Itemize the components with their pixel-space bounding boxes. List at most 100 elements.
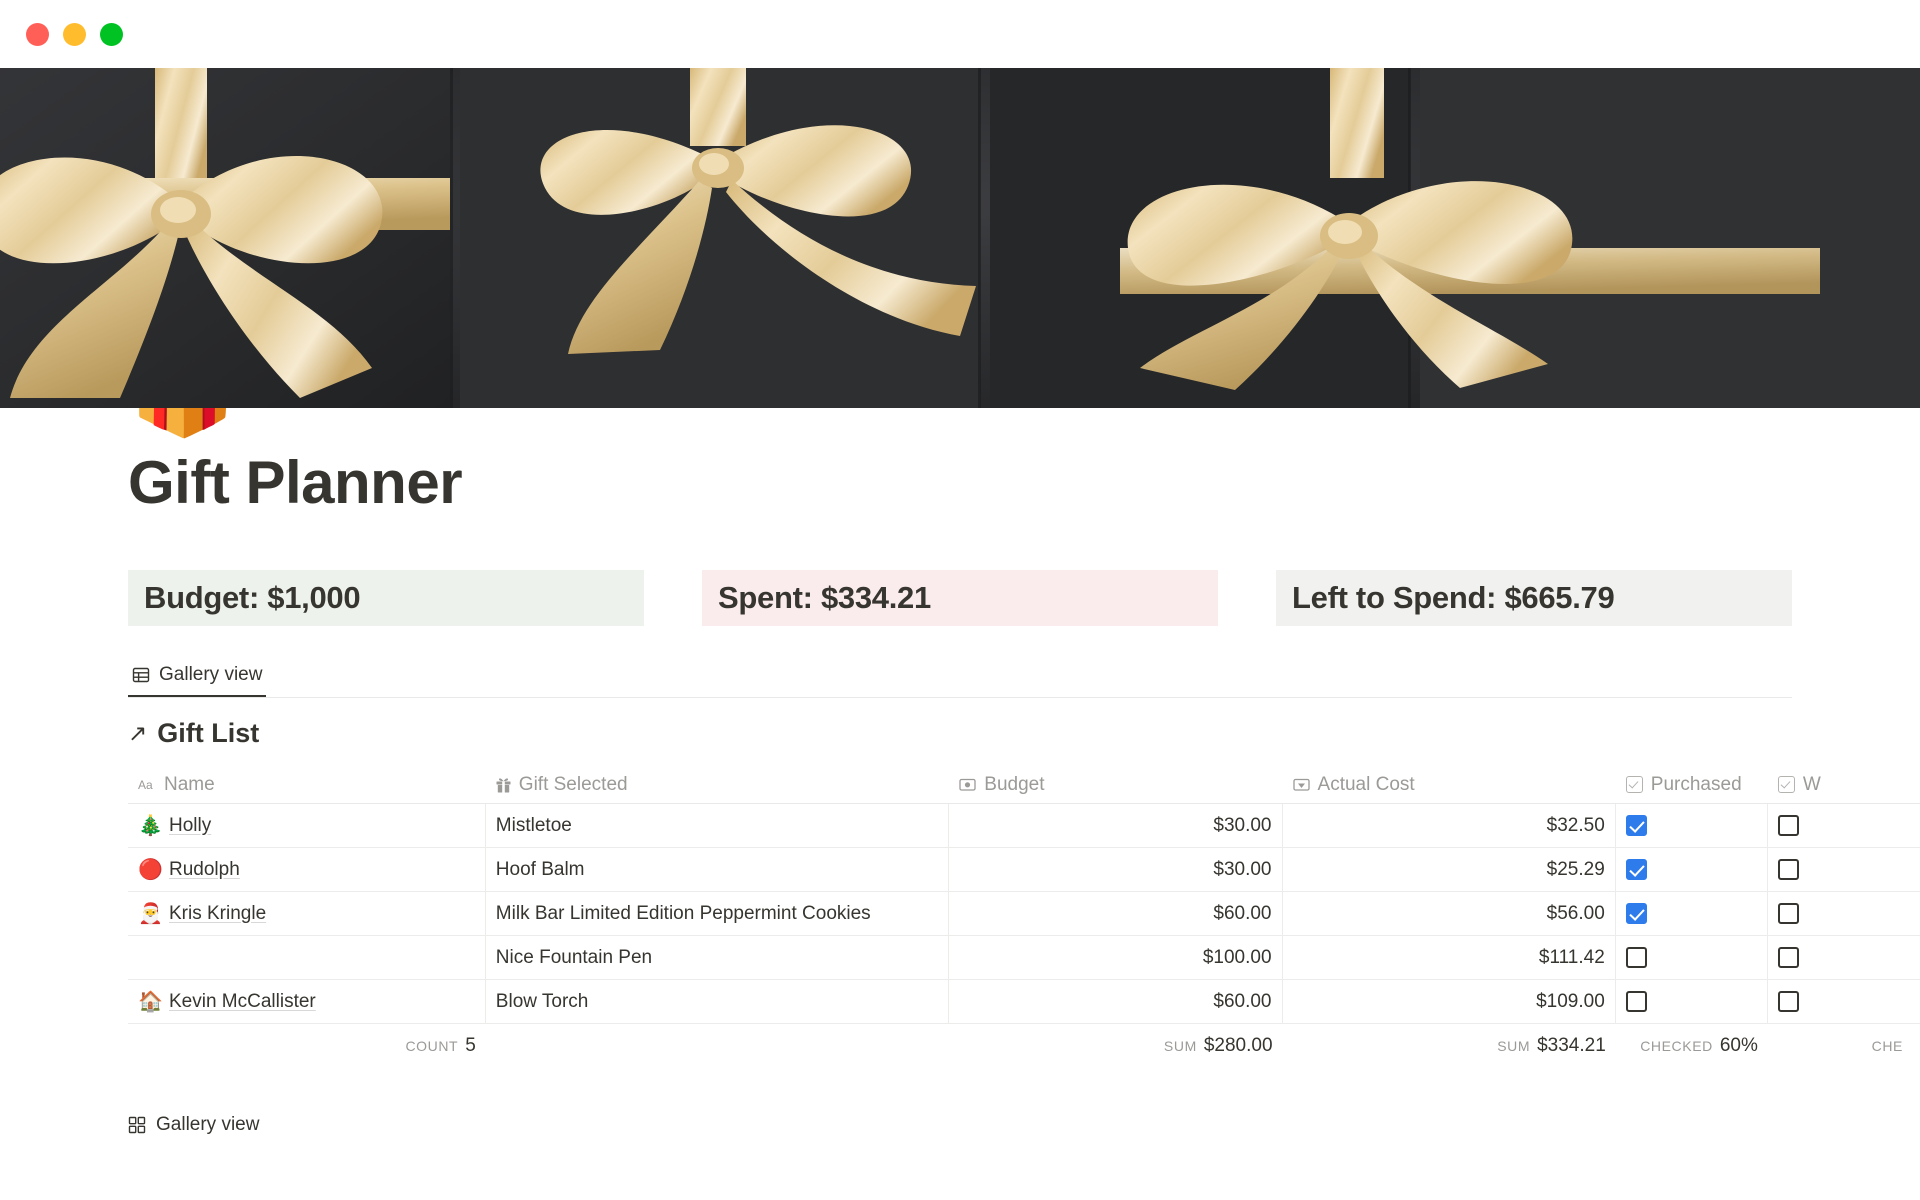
purchased-checkbox[interactable]: [1625, 991, 1647, 1012]
cell-budget[interactable]: $30.00: [949, 848, 1283, 891]
column-header-gift-selected[interactable]: Gift Selected: [486, 766, 949, 803]
cell-gift-selected[interactable]: Hoof Balm: [486, 848, 950, 891]
gift-icon: [496, 777, 511, 792]
aggregate-actual-value: $334.21: [1537, 1035, 1606, 1056]
table-row[interactable]: 🎄 Holly Mistletoe $30.00 $32.50: [128, 804, 1920, 848]
cell-budget[interactable]: $100.00: [949, 936, 1283, 979]
window-titlebar: [0, 0, 1920, 68]
table-row[interactable]: Nice Fountain Pen $100.00 $111.42: [128, 936, 1920, 980]
purchased-checkbox[interactable]: [1625, 947, 1647, 968]
currency-icon: [959, 778, 976, 791]
table-icon: [132, 666, 150, 684]
column-header-purchased[interactable]: Purchased: [1616, 766, 1768, 803]
cell-gift-selected[interactable]: Blow Torch: [486, 980, 950, 1023]
cell-wrapped[interactable]: [1768, 892, 1920, 935]
cell-gift-selected[interactable]: Milk Bar Limited Edition Peppermint Cook…: [486, 892, 950, 935]
row-emoji-icon: 🏠: [138, 990, 163, 1013]
row-emoji-icon: 🎄: [138, 814, 163, 837]
cell-gift-selected[interactable]: Mistletoe: [486, 804, 950, 847]
page-cover-image: [0, 68, 1920, 408]
aggregate-purchased-value: 60%: [1719, 1035, 1758, 1056]
wrapped-checkbox[interactable]: [1777, 815, 1799, 836]
purchased-checkbox[interactable]: [1625, 815, 1647, 836]
checkbox-icon: [1777, 776, 1795, 793]
cell-purchased[interactable]: [1616, 804, 1768, 847]
column-header-purchased-label: Purchased: [1650, 773, 1742, 795]
cell-actual-cost[interactable]: $56.00: [1283, 892, 1616, 935]
summary-callouts: Budget: $1,000 Spent: $334.21 Left to Sp…: [128, 570, 1792, 626]
gift-emoji-icon[interactable]: 🎁: [128, 408, 238, 434]
aggregate-count[interactable]: COUNT 5: [128, 1035, 486, 1057]
callout-spent[interactable]: Spent: $334.21: [702, 570, 1218, 626]
column-header-gift-selected-label: Gift Selected: [518, 773, 628, 795]
table-row[interactable]: 🏠 Kevin McCallister Blow Torch $60.00 $1…: [128, 980, 1920, 1024]
purchased-checkbox[interactable]: [1625, 859, 1647, 880]
table-row[interactable]: 🔴 Rudolph Hoof Balm $30.00 $25.29: [128, 848, 1920, 892]
wrapped-checkbox[interactable]: [1777, 903, 1799, 924]
purchased-checkbox[interactable]: [1625, 903, 1647, 924]
svg-text:Aa: Aa: [138, 778, 153, 792]
window-close-button[interactable]: [26, 22, 49, 46]
cell-actual-cost[interactable]: $109.00: [1283, 980, 1616, 1023]
cell-name[interactable]: 🎄 Holly: [128, 804, 486, 847]
aggregate-purchased-label: CHECKED: [1640, 1038, 1713, 1054]
aggregate-actual-sum[interactable]: SUM $334.21: [1283, 1035, 1616, 1057]
cell-actual-cost[interactable]: $32.50: [1283, 804, 1616, 847]
callout-budget[interactable]: Budget: $1,000: [128, 570, 644, 626]
wrapped-checkbox[interactable]: [1777, 991, 1799, 1012]
grid-icon: [128, 1116, 146, 1134]
cell-name[interactable]: [128, 936, 486, 979]
cell-budget[interactable]: $60.00: [949, 980, 1283, 1023]
column-header-budget-label: Budget: [984, 773, 1045, 795]
currency-icon: [1292, 778, 1310, 791]
wrapped-checkbox[interactable]: [1777, 947, 1799, 968]
cell-wrapped[interactable]: [1768, 936, 1920, 979]
row-emoji-icon: 🎅: [138, 902, 163, 925]
aggregate-actual-label: SUM: [1497, 1038, 1531, 1054]
table-row[interactable]: 🎅 Kris Kringle Milk Bar Limited Edition …: [128, 892, 1920, 936]
cell-name-label[interactable]: Rudolph: [169, 859, 240, 881]
database-view-tabs: Gallery view: [128, 658, 1792, 698]
cell-name[interactable]: 🔴 Rudolph: [128, 848, 486, 891]
cell-actual-cost[interactable]: $111.42: [1283, 936, 1616, 979]
cell-gift-selected[interactable]: Nice Fountain Pen: [486, 936, 950, 979]
cell-name-label[interactable]: Kris Kringle: [169, 903, 266, 925]
cell-actual-cost[interactable]: $25.29: [1283, 848, 1616, 891]
cell-budget[interactable]: $60.00: [949, 892, 1283, 935]
aa-text-icon: Aa: [138, 778, 153, 792]
aggregate-count-label: COUNT: [405, 1038, 459, 1054]
cell-name-label[interactable]: Kevin McCallister: [169, 991, 316, 1013]
column-header-actual-cost[interactable]: Actual Cost: [1283, 766, 1616, 803]
cell-name[interactable]: 🎅 Kris Kringle: [128, 892, 486, 935]
aggregate-budget-label: SUM: [1163, 1038, 1197, 1054]
database-title[interactable]: ↗ Gift List: [128, 718, 259, 749]
bottom-gallery-view-block[interactable]: Gallery view: [128, 1114, 259, 1136]
tab-gallery-view-label: Gallery view: [159, 664, 263, 685]
gift-list-table: Aa Name Gift Selected Budget Actual Cost…: [128, 766, 1920, 1068]
cell-budget[interactable]: $30.00: [949, 804, 1283, 847]
page-body: 🎁 Gift Planner Budget: $1,000 Spent: $33…: [0, 408, 1920, 1200]
cell-purchased[interactable]: [1616, 848, 1768, 891]
tab-gallery-view[interactable]: Gallery view: [128, 658, 266, 697]
column-header-name[interactable]: Aa Name: [128, 766, 486, 803]
cell-wrapped[interactable]: [1768, 980, 1920, 1023]
column-header-budget[interactable]: Budget: [949, 766, 1282, 803]
aggregate-wrapped-checked[interactable]: CHE: [1768, 1038, 1920, 1054]
cell-purchased[interactable]: [1616, 936, 1768, 979]
cell-name[interactable]: 🏠 Kevin McCallister: [128, 980, 486, 1023]
page-title: Gift Planner: [128, 449, 463, 516]
cell-purchased[interactable]: [1616, 980, 1768, 1023]
aggregate-budget-sum[interactable]: SUM $280.00: [949, 1035, 1282, 1057]
cell-wrapped[interactable]: [1768, 848, 1920, 891]
aggregate-purchased-checked[interactable]: CHECKED 60%: [1616, 1035, 1768, 1057]
table-body: 🎄 Holly Mistletoe $30.00 $32.50 🔴 Rudolp…: [128, 804, 1920, 1024]
window-minimize-button[interactable]: [63, 22, 86, 46]
column-header-wrapped[interactable]: W: [1768, 766, 1920, 803]
callout-left-to-spend[interactable]: Left to Spend: $665.79: [1276, 570, 1792, 626]
window-maximize-button[interactable]: [100, 22, 123, 46]
cell-name-label[interactable]: Holly: [169, 815, 211, 837]
cell-purchased[interactable]: [1616, 892, 1768, 935]
wrapped-checkbox[interactable]: [1777, 859, 1799, 880]
cell-wrapped[interactable]: [1768, 804, 1920, 847]
open-link-arrow-icon: ↗: [128, 720, 148, 746]
